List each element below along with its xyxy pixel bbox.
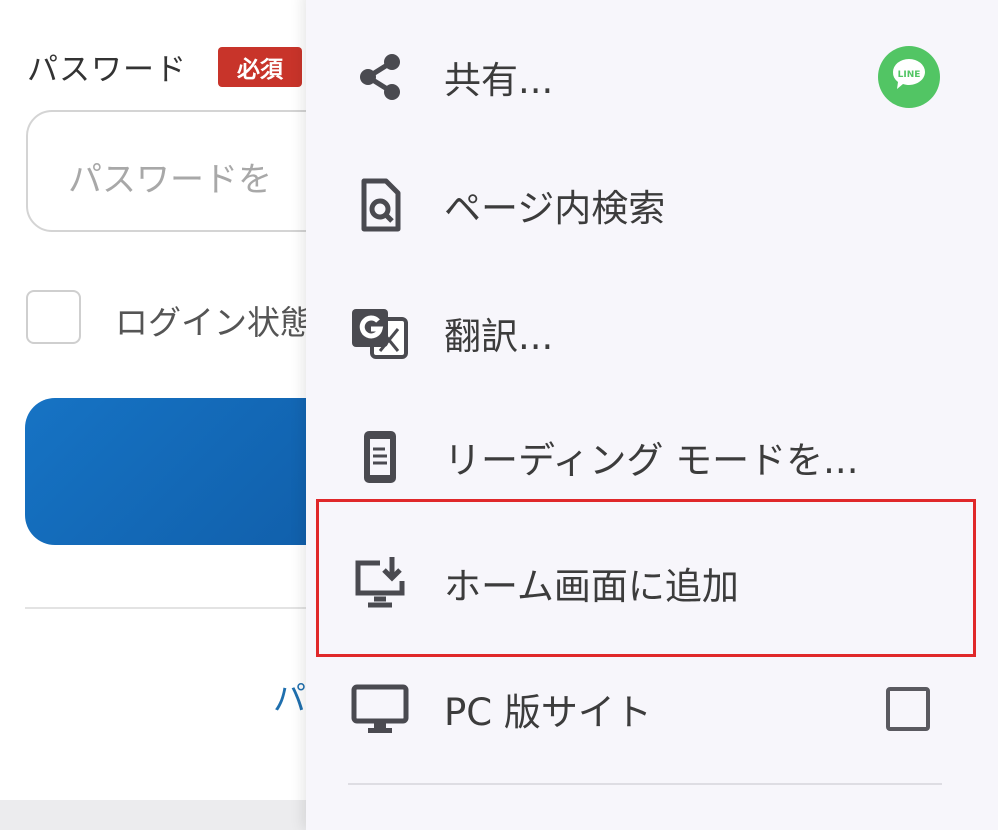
reading-mode-icon [350, 427, 410, 487]
required-badge: 必須 [218, 47, 302, 87]
menu-item-label: ページ内検索 [444, 187, 666, 230]
password-placeholder: パスワードを [68, 160, 272, 200]
desktop-icon [350, 679, 410, 739]
menu-item-find-in-page[interactable]: ページ内検索 [306, 142, 998, 268]
desktop-site-checkbox[interactable] [886, 687, 930, 731]
line-app-icon[interactable]: LINE [878, 46, 940, 108]
menu-item-label: 翻訳... [444, 315, 554, 358]
share-icon [350, 47, 410, 107]
menu-item-label: 共有... [444, 59, 554, 102]
menu-item-desktop-site[interactable]: PC 版サイト [306, 646, 998, 772]
password-label: パスワード [27, 52, 187, 88]
remember-login-label: ログイン状態 [115, 303, 313, 342]
add-to-home-screen-icon [350, 553, 410, 613]
menu-item-reading-mode[interactable]: リーディング モードを... [306, 394, 998, 520]
translate-icon [350, 303, 410, 363]
line-badge-text: LINE [898, 70, 921, 80]
menu-item-add-to-home-screen[interactable]: ホーム画面に追加 [306, 520, 998, 646]
browser-overflow-menu: 共有... LINE ページ内検索 翻訳... リーディング モードを... ホ… [306, 0, 998, 830]
menu-separator-bottom [348, 783, 942, 785]
menu-item-label: PC 版サイト [444, 691, 652, 734]
menu-item-translate[interactable]: 翻訳... [306, 270, 998, 396]
menu-item-share[interactable]: 共有... LINE [306, 14, 998, 140]
remember-login-checkbox[interactable] [26, 290, 81, 344]
menu-item-label: リーディング モードを... [444, 439, 859, 482]
find-in-page-icon [350, 175, 410, 235]
menu-item-label: ホーム画面に追加 [444, 565, 739, 608]
password-reset-link[interactable]: パ [273, 672, 306, 720]
